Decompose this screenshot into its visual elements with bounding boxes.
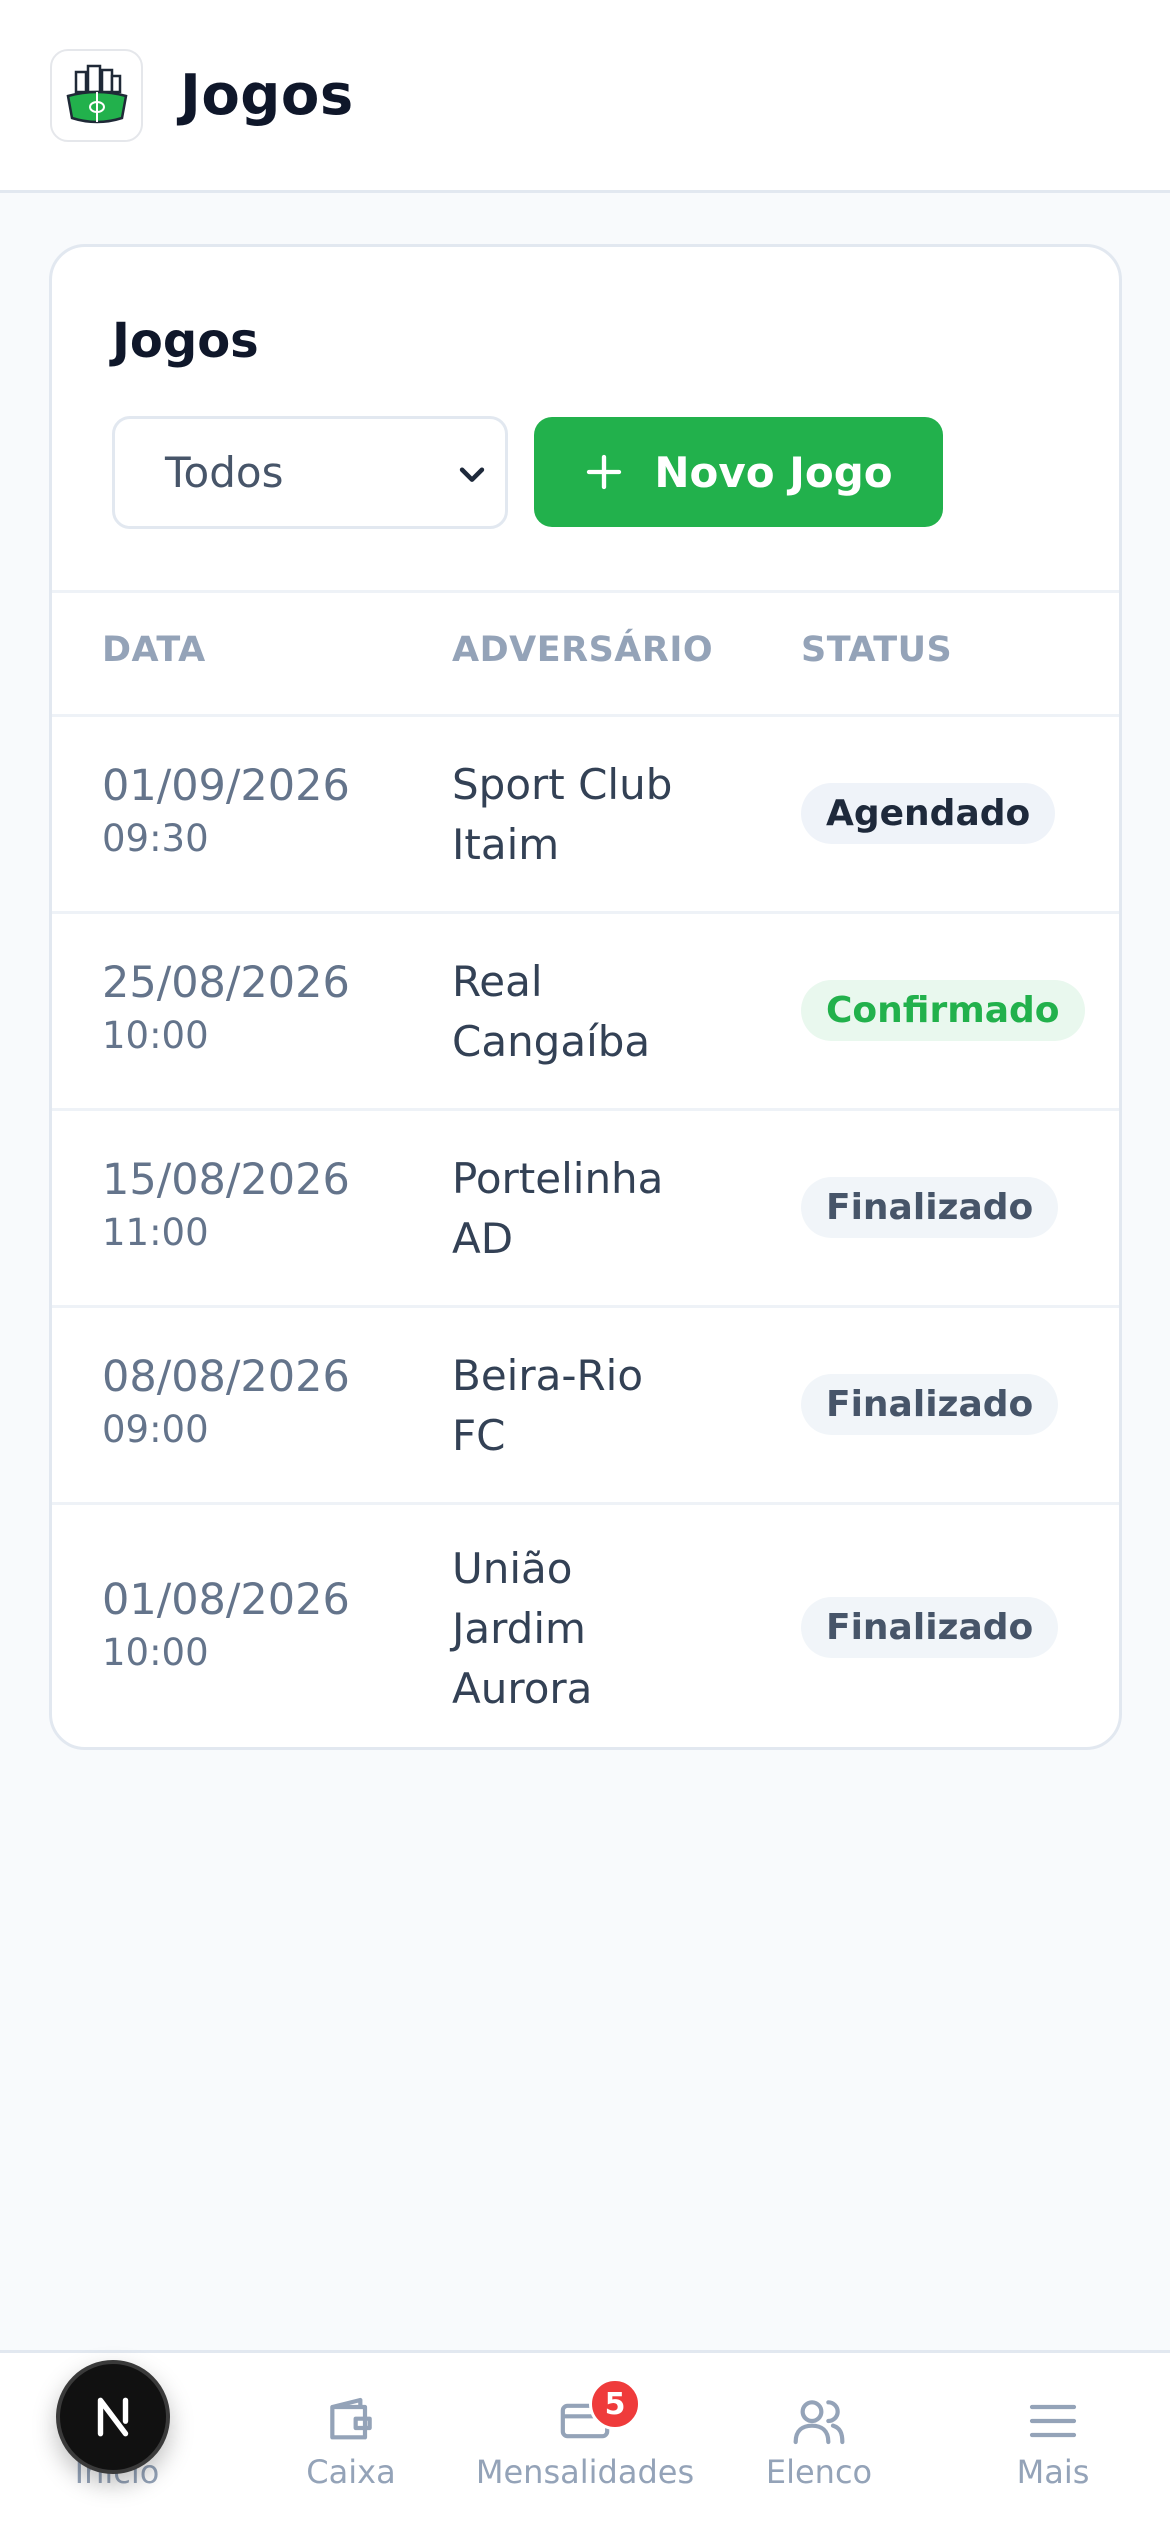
table-row[interactable]: 08/08/2026 09:00 Beira-Rio FC Finalizado [52,1308,1119,1502]
table-row[interactable]: 25/08/2026 10:00 Real Cangaíba Confirmad… [52,914,1119,1108]
opponent-name: Real Cangaíba [452,952,712,1072]
plus-icon [587,454,622,490]
game-time: 10:00 [102,1631,209,1674]
opponent-line: FC [452,1411,506,1460]
game-date: 01/08/2026 [102,1575,350,1625]
n-letter-icon [97,2397,129,2437]
opponent-name: Portelinha AD [452,1149,712,1269]
opponent-line: Aurora [452,1664,593,1713]
status-filter-select[interactable]: Todos [112,416,508,529]
game-time: 09:00 [102,1408,209,1451]
top-header: Jogos [0,0,1170,193]
opponent-line: Sport Club [452,760,673,809]
game-date: 08/08/2026 [102,1352,350,1402]
opponent-line: Portelinha [452,1154,664,1203]
new-game-button[interactable]: Novo Jogo [534,417,943,527]
opponent-line: Itaim [452,820,560,869]
status-badge: Finalizado [801,1177,1059,1238]
app-logo[interactable] [50,48,143,142]
opponent-name: Beira-Rio FC [452,1346,712,1466]
nav-label: Mais [1016,2453,1090,2491]
table-row[interactable]: 01/08/2026 10:00 União Jardim Aurora Fin… [52,1505,1119,1747]
divider [52,590,1119,593]
soccer-stadium-logo-icon [66,64,127,124]
game-time: 10:00 [102,1014,209,1057]
game-time: 11:00 [102,1211,209,1254]
column-header-status: STATUS [801,630,953,670]
games-card: Jogos Todos Novo Jogo DATA ADVERSÁRIO ST… [49,244,1122,1750]
game-date: 01/09/2026 [102,761,350,811]
nav-label: Mensalidades [475,2453,695,2491]
opponent-line: Real [452,957,543,1006]
opponent-line: Beira-Rio [452,1351,644,1400]
menu-icon [1029,2404,1077,2438]
app-root: Jogos Jogos Todos Novo Jogo DATA ADVERSÁ… [0,0,1170,2532]
nav-label: Elenco [765,2453,873,2491]
game-date: 15/08/2026 [102,1155,350,1205]
status-badge: Confirmado [801,980,1085,1041]
nav-item-mensalidades[interactable]: Mensalidades [468,2353,702,2532]
mensalidades-count-badge: 5 [589,2378,641,2430]
table-row[interactable]: 01/09/2026 09:30 Sport Club Itaim Agenda… [52,717,1119,911]
nav-label: Caixa [306,2453,396,2491]
column-header-date: DATA [102,630,206,670]
dev-tools-button[interactable] [56,2360,170,2474]
opponent-line: AD [452,1214,514,1263]
chevron-down-icon [459,467,485,482]
opponent-line: União [452,1544,573,1593]
page-title: Jogos [180,62,354,128]
opponent-name: Sport Club Itaim [452,755,712,875]
status-badge: Finalizado [801,1374,1059,1435]
users-icon [793,2400,845,2445]
nav-item-elenco[interactable]: Elenco [702,2353,936,2532]
game-date: 25/08/2026 [102,958,350,1008]
filter-selected-value: Todos [165,448,284,497]
wallet-icon [330,2397,372,2440]
table-row[interactable]: 15/08/2026 11:00 Portelinha AD Finalizad… [52,1111,1119,1305]
opponent-line: Jardim [452,1604,586,1653]
opponent-line: Cangaíba [452,1017,651,1066]
new-game-label: Novo Jogo [654,447,893,497]
card-title: Jogos [112,313,259,369]
status-badge: Agendado [801,783,1056,844]
nav-item-mais[interactable]: Mais [936,2353,1170,2532]
column-header-opponent: ADVERSÁRIO [452,630,714,670]
opponent-name: União Jardim Aurora [452,1539,712,1719]
nav-item-caixa[interactable]: Caixa [234,2353,468,2532]
status-badge: Finalizado [801,1597,1059,1658]
game-time: 09:30 [102,817,209,860]
bottom-nav: Início Caixa Mensalidades Elenco [0,2350,1170,2532]
